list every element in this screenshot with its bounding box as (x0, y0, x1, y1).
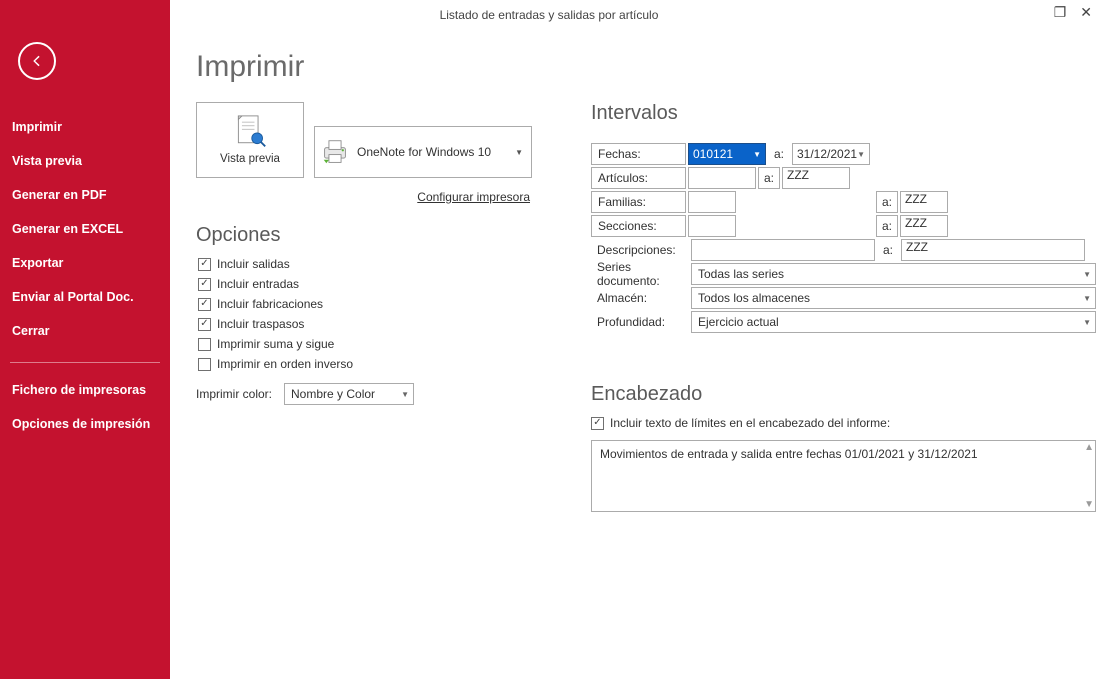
intervalos-heading: Intervalos (591, 102, 1096, 125)
chevron-down-icon: ▼ (401, 390, 409, 399)
profundidad-label: Profundidad: (591, 311, 689, 333)
sidebar-divider (10, 362, 160, 363)
fechas-from-value: 010121 (693, 147, 733, 161)
vista-previa-button[interactable]: Vista previa (196, 102, 304, 178)
chevron-down-icon: ▼ (1083, 294, 1091, 303)
articulos-to-input[interactable]: ZZZ (782, 167, 850, 189)
series-select[interactable]: Todas las series ▼ (691, 263, 1096, 285)
label-suma-sigue: Imprimir suma y sigue (217, 337, 334, 351)
label-incluir-limites: Incluir texto de límites en el encabezad… (610, 416, 890, 430)
window-maximize-icon[interactable]: ❐ (1054, 4, 1067, 21)
label-incluir-salidas: Incluir salidas (217, 257, 290, 271)
chevron-down-icon: ▼ (515, 148, 523, 157)
imprimir-color-value: Nombre y Color (291, 387, 375, 401)
arrow-left-icon (28, 52, 46, 70)
chevron-down-icon: ▼ (1083, 318, 1091, 327)
to-label: a: (876, 191, 898, 213)
almacen-select[interactable]: Todos los almacenes ▼ (691, 287, 1096, 309)
imprimir-color-label: Imprimir color: (196, 387, 276, 401)
chevron-down-icon: ▼ (857, 150, 865, 159)
to-label: a: (877, 243, 899, 257)
series-label: Series documento: (591, 263, 689, 285)
imprimir-color-select[interactable]: Nombre y Color ▼ (284, 383, 414, 405)
sidebar-item-enviar-portal[interactable]: Enviar al Portal Doc. (0, 280, 170, 314)
descripciones-label: Descripciones: (591, 239, 689, 261)
familias-to-input[interactable]: ZZZ (900, 191, 948, 213)
document-preview-icon (232, 115, 268, 149)
printer-selector[interactable]: OneNote for Windows 10 ▼ (314, 126, 532, 178)
printer-icon (321, 139, 349, 165)
sidebar: Imprimir Vista previa Generar en PDF Gen… (0, 0, 170, 679)
familias-label: Familias: (591, 191, 686, 213)
sidebar-item-imprimir[interactable]: Imprimir (0, 110, 170, 144)
sidebar-item-generar-pdf[interactable]: Generar en PDF (0, 178, 170, 212)
to-label: a: (876, 215, 898, 237)
printer-name: OneNote for Windows 10 (357, 145, 491, 159)
checkbox-incluir-salidas[interactable] (198, 258, 211, 271)
sidebar-item-cerrar[interactable]: Cerrar (0, 314, 170, 348)
secciones-label: Secciones: (591, 215, 686, 237)
chevron-down-icon: ▼ (753, 150, 761, 159)
articulos-from-input[interactable] (688, 167, 756, 189)
descripciones-to-input[interactable]: ZZZ (901, 239, 1085, 261)
secciones-to-input[interactable]: ZZZ (900, 215, 948, 237)
sidebar-item-fichero-impresoras[interactable]: Fichero de impresoras (0, 373, 170, 407)
profundidad-select[interactable]: Ejercicio actual ▼ (691, 311, 1096, 333)
scroll-down-icon[interactable]: ▼ (1084, 499, 1094, 510)
label-incluir-entradas: Incluir entradas (217, 277, 299, 291)
checkbox-incluir-fabricaciones[interactable] (198, 298, 211, 311)
checkbox-incluir-limites[interactable] (591, 417, 604, 430)
label-incluir-traspasos: Incluir traspasos (217, 317, 304, 331)
articulos-label: Artículos: (591, 167, 686, 189)
to-label: a: (768, 147, 790, 161)
to-label: a: (758, 167, 780, 189)
checkbox-orden-inverso[interactable] (198, 358, 211, 371)
sidebar-item-vista-previa[interactable]: Vista previa (0, 144, 170, 178)
secciones-from-input[interactable] (688, 215, 736, 237)
configure-printer-link[interactable]: Configurar impresora (314, 190, 532, 204)
profundidad-value: Ejercicio actual (698, 315, 779, 329)
fechas-to-input[interactable]: 31/12/2021 ▼ (792, 143, 870, 165)
familias-from-input[interactable] (688, 191, 736, 213)
opciones-heading: Opciones (196, 224, 541, 247)
descripciones-from-input[interactable] (691, 239, 875, 261)
label-orden-inverso: Imprimir en orden inverso (217, 357, 353, 371)
almacen-value: Todos los almacenes (698, 291, 810, 305)
sidebar-item-generar-excel[interactable]: Generar en EXCEL (0, 212, 170, 246)
page-title: Imprimir (196, 50, 1068, 84)
label-incluir-fabricaciones: Incluir fabricaciones (217, 297, 323, 311)
encabezado-textarea[interactable]: Movimientos de entrada y salida entre fe… (591, 440, 1096, 512)
fechas-to-value: 31/12/2021 (797, 147, 857, 161)
vista-previa-label: Vista previa (220, 153, 280, 165)
checkbox-suma-sigue[interactable] (198, 338, 211, 351)
back-button[interactable] (18, 42, 56, 80)
scroll-up-icon[interactable]: ▲ (1084, 442, 1094, 453)
checkbox-incluir-entradas[interactable] (198, 278, 211, 291)
encabezado-heading: Encabezado (591, 383, 1096, 406)
window-title: Listado de entradas y salidas por artícu… (440, 8, 659, 22)
chevron-down-icon: ▼ (1083, 270, 1091, 279)
content-pane: Imprimir Vista previa (170, 30, 1098, 679)
almacen-label: Almacén: (591, 287, 689, 309)
sidebar-item-exportar[interactable]: Exportar (0, 246, 170, 280)
sidebar-item-opciones-impresion[interactable]: Opciones de impresión (0, 407, 170, 441)
window-close-icon[interactable]: ✕ (1080, 4, 1092, 21)
checkbox-incluir-traspasos[interactable] (198, 318, 211, 331)
series-value: Todas las series (698, 267, 784, 281)
fechas-from-input[interactable]: 010121 ▼ (688, 143, 766, 165)
fechas-label: Fechas: (591, 143, 686, 165)
